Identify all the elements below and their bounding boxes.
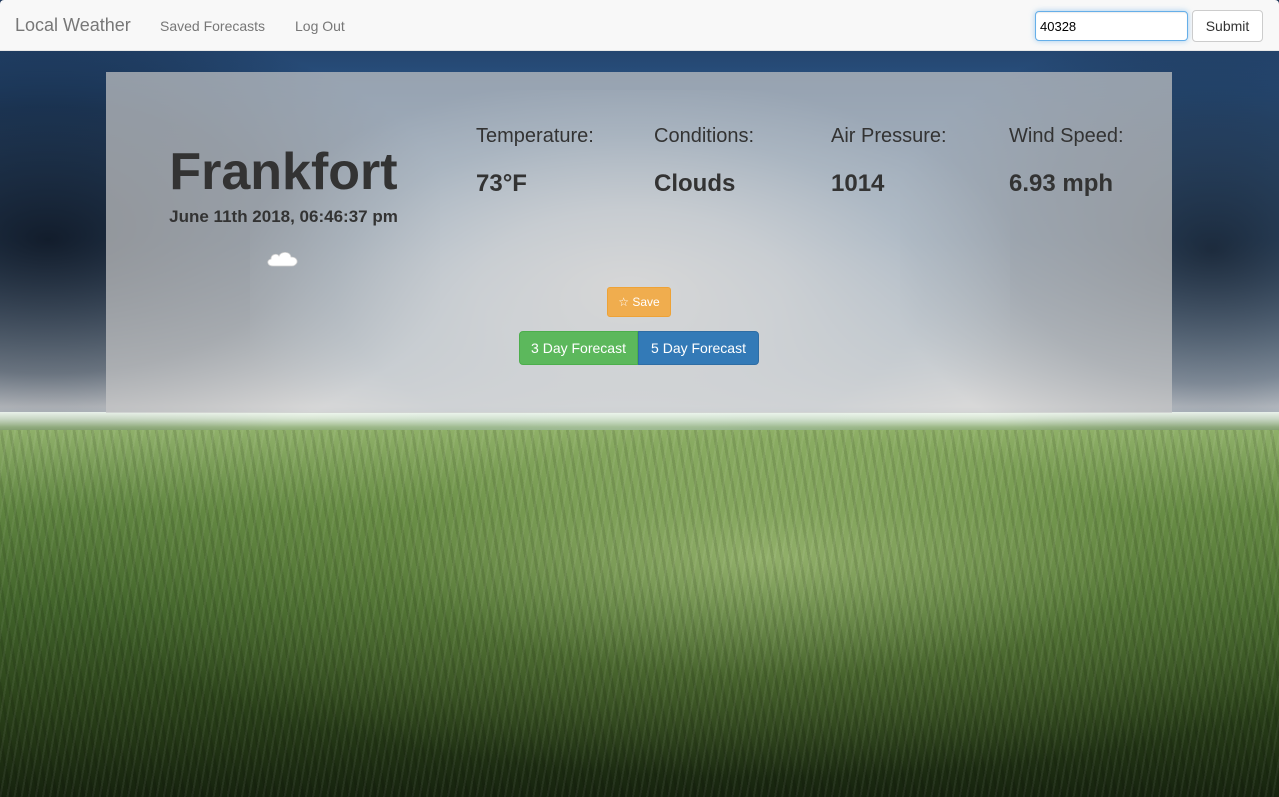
weather-panel: Frankfort June 11th 2018, 06:46:37 pm Te…: [106, 72, 1172, 413]
air-pressure-value: 1014: [831, 170, 885, 197]
five-day-forecast-button[interactable]: 5 Day Forecast: [638, 331, 759, 365]
date-time: June 11th 2018, 06:46:37 pm: [169, 207, 398, 226]
save-button[interactable]: ☆ Save: [607, 287, 671, 317]
forecast-button-group: 3 Day Forecast 5 Day Forecast: [519, 331, 759, 365]
wind-speed-label: Wind Speed:: [1009, 125, 1124, 147]
nav-log-out[interactable]: Log Out: [295, 17, 345, 35]
conditions-label: Conditions:: [654, 125, 755, 147]
temperature-label: Temperature:: [476, 125, 594, 147]
zip-search-input[interactable]: [1035, 11, 1188, 41]
nav-saved-forecasts[interactable]: Saved Forecasts: [160, 17, 265, 35]
cloud-icon: [267, 251, 298, 267]
temperature-value: 73°F: [476, 170, 527, 197]
wind-speed-value: 6.93 mph: [1009, 170, 1114, 197]
navbar: Local Weather Saved Forecasts Log Out Su…: [0, 0, 1279, 51]
air-pressure-label: Air Pressure:: [831, 125, 947, 147]
brand-link[interactable]: Local Weather: [15, 15, 131, 35]
three-day-forecast-button[interactable]: 3 Day Forecast: [519, 331, 638, 365]
submit-button[interactable]: Submit: [1192, 10, 1263, 42]
conditions-value: Clouds: [654, 170, 736, 197]
city-name: Frankfort: [169, 143, 398, 201]
